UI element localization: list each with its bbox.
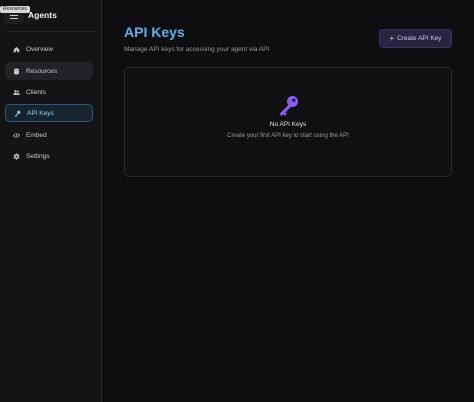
sidebar: Resources Agents Overview Resources Clie…	[0, 0, 102, 402]
plus-icon: +	[389, 33, 395, 43]
sidebar-item-embed[interactable]: Embed	[5, 126, 93, 144]
empty-state-card: No API Keys Create your first API key to…	[124, 67, 452, 177]
key-icon	[13, 109, 21, 117]
page-subtitle: Manage API keys for accessing your agent…	[124, 46, 270, 53]
code-icon	[12, 131, 20, 139]
sidebar-item-label: Clients	[26, 88, 46, 96]
home-icon	[12, 45, 20, 53]
create-api-key-button[interactable]: + Create API Key	[379, 29, 452, 48]
sidebar-item-label: Embed	[26, 131, 47, 139]
sidebar-item-api-keys[interactable]: API Keys	[5, 104, 93, 122]
sidebar-item-label: Overview	[26, 45, 54, 53]
page-title: API Keys	[124, 24, 185, 40]
sidebar-item-clients[interactable]: Clients	[5, 83, 93, 101]
sidebar-item-settings[interactable]: Settings	[5, 147, 93, 165]
sidebar-item-label: API Keys	[27, 109, 54, 117]
app-title: Agents	[28, 10, 57, 20]
menu-icon	[10, 12, 18, 19]
empty-state-text: Create your first API key to start using…	[227, 133, 349, 139]
sidebar-header: Resources Agents	[0, 0, 101, 31]
database-icon	[12, 67, 20, 75]
users-icon	[12, 88, 20, 96]
tooltip: Resources	[0, 6, 30, 13]
create-api-key-label: Create API Key	[397, 35, 442, 42]
sidebar-item-label: Settings	[26, 152, 50, 160]
sidebar-item-resources[interactable]: Resources	[5, 62, 93, 80]
sidebar-item-overview[interactable]: Overview	[5, 40, 93, 58]
gear-icon	[12, 152, 20, 160]
empty-state-title: No API Keys	[269, 121, 307, 128]
sidebar-divider	[6, 31, 96, 32]
key-icon	[277, 93, 301, 117]
sidebar-item-label: Resources	[26, 67, 58, 75]
